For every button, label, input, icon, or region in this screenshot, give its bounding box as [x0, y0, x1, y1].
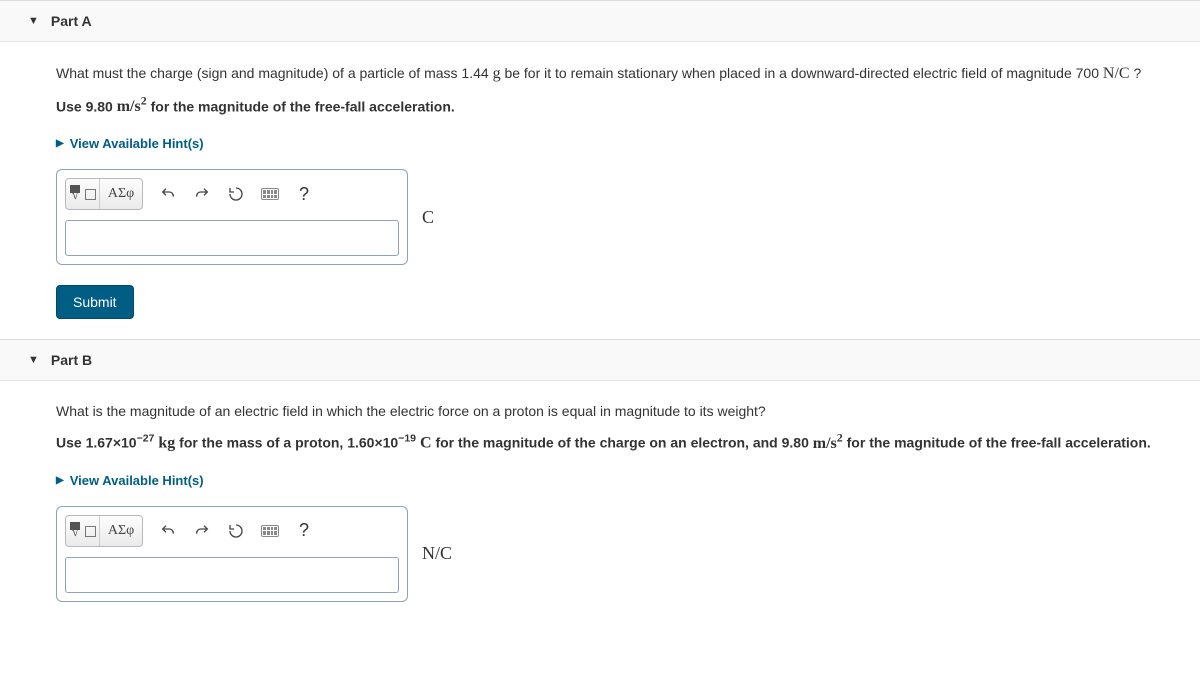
instruction-text: Use 9.80 — [56, 98, 117, 114]
greek-symbols-button[interactable]: ΑΣφ — [100, 179, 142, 209]
answer-input[interactable] — [65, 220, 399, 256]
unit-ms2: m/s2 — [117, 98, 147, 115]
answer-row: √ ΑΣφ — [56, 506, 1200, 602]
undo-button[interactable] — [151, 516, 185, 546]
instr-text: Use 1.67×10 — [56, 435, 137, 451]
keyboard-button[interactable] — [253, 179, 287, 209]
unit-ms2: m/s2 — [813, 435, 843, 452]
part-b: ▼ Part B What is the magnitude of an ele… — [0, 339, 1200, 641]
unit-c: C — [416, 435, 432, 452]
answer-box: √ ΑΣφ — [56, 169, 408, 265]
caret-down-icon: ▼ — [28, 354, 39, 366]
answer-input[interactable] — [65, 557, 399, 593]
answer-box: √ ΑΣφ — [56, 506, 408, 602]
units-label: N/C — [422, 543, 452, 564]
view-hints-link[interactable]: ▶ View Available Hint(s) — [56, 136, 204, 151]
part-a-prompt: What must the charge (sign and magnitude… — [56, 62, 1200, 86]
redo-button[interactable] — [185, 179, 219, 209]
instruction-text: for the magnitude of the free-fall accel… — [147, 98, 455, 114]
keyboard-button[interactable] — [253, 516, 287, 546]
greek-symbols-button[interactable]: ΑΣφ — [100, 516, 142, 546]
keyboard-icon — [261, 525, 279, 537]
units-label: C — [422, 207, 434, 228]
triangle-right-icon: ▶ — [56, 475, 64, 486]
unit-nc: N/C — [1103, 65, 1130, 82]
view-hints-link[interactable]: ▶ View Available Hint(s) — [56, 473, 204, 488]
answer-row: √ ΑΣφ — [56, 169, 1200, 265]
answer-toolbar: √ ΑΣφ — [65, 515, 399, 547]
answer-toolbar: √ ΑΣφ — [65, 178, 399, 210]
help-button[interactable]: ? — [287, 516, 321, 546]
hints-label: View Available Hint(s) — [70, 136, 204, 151]
help-button[interactable]: ? — [287, 179, 321, 209]
instr-text: for the magnitude of the charge on an el… — [432, 435, 813, 451]
triangle-right-icon: ▶ — [56, 138, 64, 149]
caret-down-icon: ▼ — [28, 15, 39, 27]
unit-g: g — [493, 65, 501, 82]
undo-button[interactable] — [151, 179, 185, 209]
unit-kg: kg — [154, 435, 175, 452]
redo-button[interactable] — [185, 516, 219, 546]
submit-button[interactable]: Submit — [56, 285, 134, 319]
template-group: √ ΑΣφ — [65, 515, 143, 547]
prompt-text: ? — [1130, 65, 1142, 81]
reset-button[interactable] — [219, 179, 253, 209]
instr-exp: −27 — [137, 433, 155, 445]
sqrt-template-icon: √ — [70, 522, 96, 540]
part-b-title: Part B — [51, 352, 92, 368]
sqrt-template-icon: √ — [70, 185, 96, 203]
hints-label: View Available Hint(s) — [70, 473, 204, 488]
part-a-instruction: Use 9.80 m/s2 for the magnitude of the f… — [56, 92, 1200, 119]
prompt-text: What must the charge (sign and magnitude… — [56, 65, 493, 81]
template-button[interactable]: √ — [66, 516, 100, 546]
prompt-text: be for it to remain stationary when plac… — [501, 65, 1103, 81]
part-a: ▼ Part A What must the charge (sign and … — [0, 0, 1200, 339]
part-a-body: What must the charge (sign and magnitude… — [0, 42, 1200, 339]
part-b-prompt: What is the magnitude of an electric fie… — [56, 401, 1200, 422]
template-group: √ ΑΣφ — [65, 178, 143, 210]
instr-text: for the magnitude of the free-fall accel… — [843, 435, 1151, 451]
part-b-header[interactable]: ▼ Part B — [0, 340, 1200, 381]
instr-exp: −19 — [398, 433, 416, 445]
part-a-header[interactable]: ▼ Part A — [0, 1, 1200, 42]
instr-text: for the mass of a proton, 1.60×10 — [175, 435, 398, 451]
template-button[interactable]: √ — [66, 179, 100, 209]
part-a-title: Part A — [51, 13, 92, 29]
part-b-instruction: Use 1.67×10−27 kg for the mass of a prot… — [56, 428, 1200, 455]
reset-button[interactable] — [219, 516, 253, 546]
keyboard-icon — [261, 188, 279, 200]
part-b-body: What is the magnitude of an electric fie… — [0, 381, 1200, 641]
